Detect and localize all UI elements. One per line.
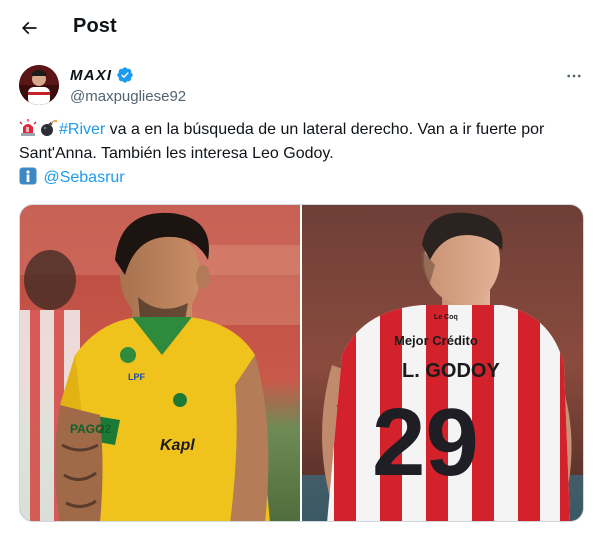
jersey-text-number: 22 — [98, 422, 112, 436]
more-options-button[interactable] — [560, 64, 588, 88]
back-button[interactable] — [13, 12, 45, 44]
hashtag-link[interactable]: #River — [59, 121, 105, 138]
rotating-light-emoji — [19, 119, 37, 136]
jersey-sponsor: Mejor Crédito — [394, 333, 478, 348]
jersey-text-sponsor: Kapl — [160, 437, 195, 454]
bomb-emoji — [41, 119, 57, 136]
more-dots-icon — [567, 74, 581, 78]
avatar[interactable] — [19, 65, 59, 105]
author-handle[interactable]: @maxpugliese92 — [70, 88, 186, 105]
photo-left[interactable]: LPF PAGO 22 Kapl — [20, 205, 300, 521]
photo-right[interactable]: Mejor Crédito L. GODOY 29 Le Coq — [302, 205, 583, 521]
page-title: Post — [73, 15, 117, 37]
post-header: Post — [0, 0, 600, 56]
jersey-name: L. GODOY — [402, 360, 500, 382]
post-text: #River va a en la búsqueda de un lateral… — [19, 118, 584, 190]
information-emoji — [19, 167, 37, 185]
post-media: LPF PAGO 22 Kapl Mejor Crédito L. GODOY … — [19, 204, 584, 522]
arrow-left-icon — [21, 21, 37, 35]
verified-badge-icon — [117, 67, 133, 83]
mention-link[interactable]: @Sebasrur — [43, 169, 124, 186]
jersey-brand: Le Coq — [434, 314, 458, 321]
author-name-text: MAXI — [70, 66, 113, 84]
jersey-number: 29 — [372, 389, 479, 496]
jersey-text-lpf: LPF — [128, 372, 146, 382]
author-name[interactable]: MAXI — [70, 66, 134, 84]
